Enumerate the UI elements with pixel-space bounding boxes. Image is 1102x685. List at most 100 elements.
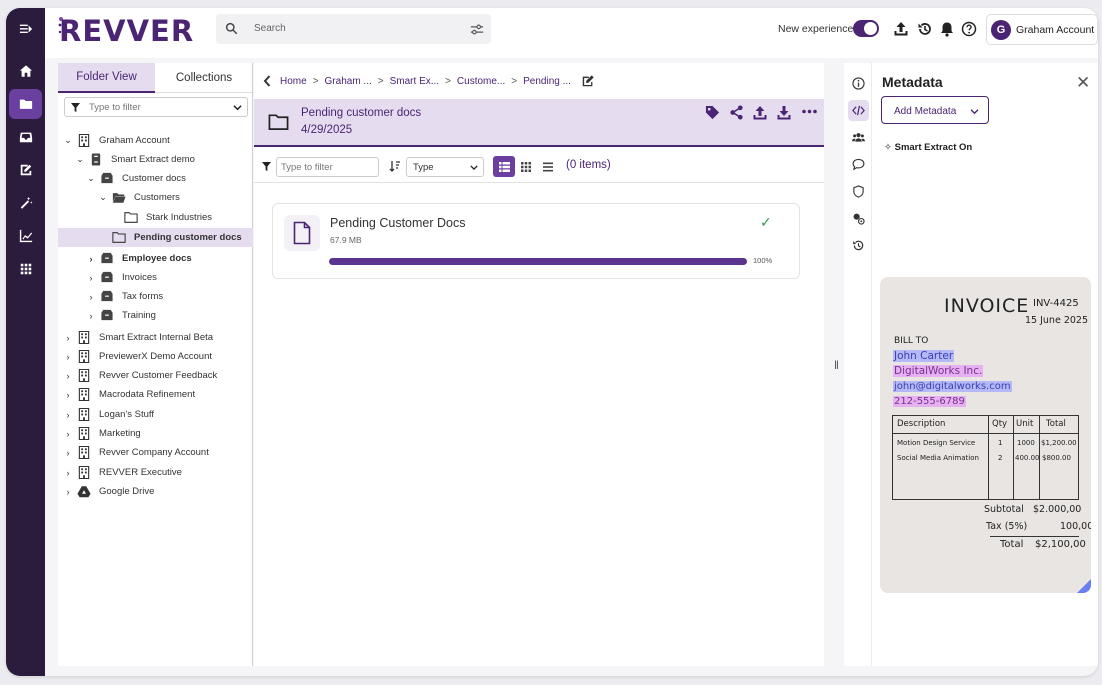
- tree-item-customers[interactable]: ⌄ Customers: [58, 188, 253, 207]
- items-filter-input[interactable]: Type to filter: [276, 157, 379, 177]
- tree-item-google-drive[interactable]: › Google Drive: [58, 482, 253, 501]
- tree-item-smart-extract-internal-beta[interactable]: › Smart Extract Internal Beta: [58, 328, 253, 347]
- add-metadata-button[interactable]: Add Metadata: [881, 96, 989, 124]
- chevron-right-icon[interactable]: ›: [63, 410, 73, 420]
- invoice-preview[interactable]: INVOICE INV-4425 15 June 2025 BILL TO Jo…: [880, 277, 1091, 593]
- chevron-right-icon[interactable]: ›: [63, 352, 73, 362]
- rename-edit-icon[interactable]: [581, 74, 595, 88]
- inbox-icon[interactable]: [9, 122, 42, 152]
- history-icon[interactable]: [917, 21, 933, 37]
- workflow-icon[interactable]: [848, 208, 869, 229]
- shield-icon[interactable]: [848, 181, 869, 202]
- tree-item-revver-customer-feedback[interactable]: › Revver Customer Feedback: [58, 366, 253, 385]
- info-icon[interactable]: [848, 73, 869, 94]
- upload-icon[interactable]: [752, 105, 768, 121]
- tab-collections[interactable]: Collections: [155, 63, 253, 93]
- breadcrumb-item[interactable]: Pending ...: [523, 76, 571, 87]
- chevron-right-icon[interactable]: ›: [63, 448, 73, 458]
- chevron-right-icon[interactable]: ›: [86, 292, 96, 302]
- tree-item-label: Tax forms: [122, 291, 164, 302]
- help-icon[interactable]: [961, 21, 977, 37]
- tree-filter-input[interactable]: Type to filter: [64, 97, 248, 117]
- chevron-right-icon[interactable]: ›: [63, 429, 73, 439]
- chevron-right-icon[interactable]: ›: [63, 371, 73, 381]
- edit-form-icon[interactable]: [9, 155, 42, 185]
- tree-item-previewerx-demo[interactable]: › PreviewerX Demo Account: [58, 347, 253, 366]
- tree-item-logans-stuff[interactable]: › Logan's Stuff: [58, 405, 253, 424]
- breadcrumb: Home > Graham ... > Smart Ex... > Custome..…: [254, 63, 824, 99]
- tree-item-training[interactable]: › Training: [58, 306, 253, 325]
- back-chevron-icon[interactable]: [262, 75, 272, 87]
- upload-icon[interactable]: [893, 21, 909, 37]
- notification-bell-icon[interactable]: [939, 21, 955, 37]
- view-details-button[interactable]: [537, 156, 559, 177]
- tree-item-tax-forms[interactable]: › Tax forms: [58, 287, 253, 306]
- total-value: $2,100,00: [1035, 539, 1086, 550]
- chevron-right-icon[interactable]: ›: [86, 311, 96, 321]
- tree-item-employee-docs[interactable]: › Employee docs: [58, 249, 253, 268]
- tree-item-label: Training: [122, 310, 156, 321]
- tree-item-label: Macrodata Refinement: [99, 389, 196, 400]
- subtotal-label: Subtotal: [984, 504, 1024, 515]
- magic-wand-icon[interactable]: [9, 188, 42, 218]
- tree-item-invoices[interactable]: › Invoices: [58, 268, 253, 287]
- tree-item-macrodata-refinement[interactable]: › Macrodata Refinement: [58, 385, 253, 404]
- metadata-code-icon[interactable]: [848, 100, 869, 121]
- tree-item-label: Smart Extract demo: [111, 154, 195, 165]
- total-divider: [990, 536, 1079, 537]
- menu-toggle-icon[interactable]: [9, 14, 42, 44]
- breadcrumb-item[interactable]: Home: [280, 76, 307, 87]
- table-cell: 1000: [1017, 439, 1035, 447]
- chevron-down-icon[interactable]: ⌄: [63, 135, 73, 146]
- download-icon[interactable]: [776, 105, 792, 121]
- home-icon[interactable]: [9, 56, 42, 86]
- chevron-right-icon[interactable]: ›: [63, 487, 73, 497]
- folder-nav-icon[interactable]: [9, 89, 42, 119]
- search-input[interactable]: Search: [254, 23, 286, 34]
- breadcrumb-item[interactable]: Graham ...: [325, 76, 372, 87]
- sort-icon[interactable]: [389, 160, 401, 172]
- chevron-right-icon[interactable]: ›: [63, 333, 73, 343]
- close-icon[interactable]: ✕: [1076, 73, 1090, 93]
- more-options-icon[interactable]: [802, 109, 817, 114]
- history-icon[interactable]: [848, 235, 869, 256]
- folder-icon: [268, 114, 289, 131]
- chevron-right-icon[interactable]: ›: [63, 390, 73, 400]
- filter-settings-icon[interactable]: [470, 23, 484, 36]
- users-icon[interactable]: [848, 127, 869, 148]
- tag-icon[interactable]: [705, 105, 720, 120]
- apps-grid-icon[interactable]: [9, 254, 42, 284]
- account-menu[interactable]: G Graham Account: [986, 14, 1098, 45]
- tree-item-revver-company-account[interactable]: › Revver Company Account: [58, 443, 253, 462]
- comment-icon[interactable]: [848, 154, 869, 175]
- brand-logo[interactable]: REVVER: [59, 14, 194, 48]
- new-experience-toggle[interactable]: [853, 20, 879, 37]
- analytics-icon[interactable]: [9, 221, 42, 251]
- breadcrumb-item[interactable]: Custome...: [457, 76, 505, 87]
- tree-item-stark-industries[interactable]: Stark Industries: [58, 208, 253, 227]
- tree-item-label: Graham Account: [99, 135, 170, 146]
- folder-header: Pending customer docs 4/29/2025: [254, 99, 824, 147]
- tree-item-smart-extract-demo[interactable]: ⌄ Smart Extract demo: [58, 150, 253, 169]
- view-list-button[interactable]: [493, 156, 515, 177]
- view-grid-button[interactable]: [515, 156, 537, 177]
- tree-item-customer-docs[interactable]: ⌄ Customer docs: [58, 169, 253, 188]
- new-experience-label: New experience: [778, 23, 854, 35]
- tree-item-marketing[interactable]: › Marketing: [58, 424, 253, 443]
- tab-folder-view[interactable]: Folder View: [58, 63, 155, 93]
- chevron-down-icon[interactable]: ⌄: [98, 192, 108, 203]
- tree-item-graham-account[interactable]: ⌄ Graham Account: [58, 131, 253, 150]
- breadcrumb-item[interactable]: Smart Ex...: [390, 76, 439, 87]
- type-select[interactable]: Type: [406, 157, 484, 177]
- chevron-down-icon[interactable]: ⌄: [86, 173, 96, 184]
- tree-item-pending-customer-docs[interactable]: Pending customer docs: [58, 228, 253, 247]
- share-icon[interactable]: [729, 105, 744, 120]
- chevron-right-icon[interactable]: ›: [86, 254, 96, 264]
- panel-resize-handle[interactable]: ‖: [834, 358, 839, 372]
- chevron-right-icon[interactable]: ›: [86, 273, 96, 283]
- chevron-down-icon[interactable]: [233, 103, 242, 112]
- chevron-right-icon[interactable]: ›: [63, 468, 73, 478]
- tree-item-revver-executive[interactable]: › REVVER Executive: [58, 463, 253, 482]
- search-bar[interactable]: Search: [216, 14, 491, 44]
- chevron-down-icon[interactable]: ⌄: [75, 154, 85, 165]
